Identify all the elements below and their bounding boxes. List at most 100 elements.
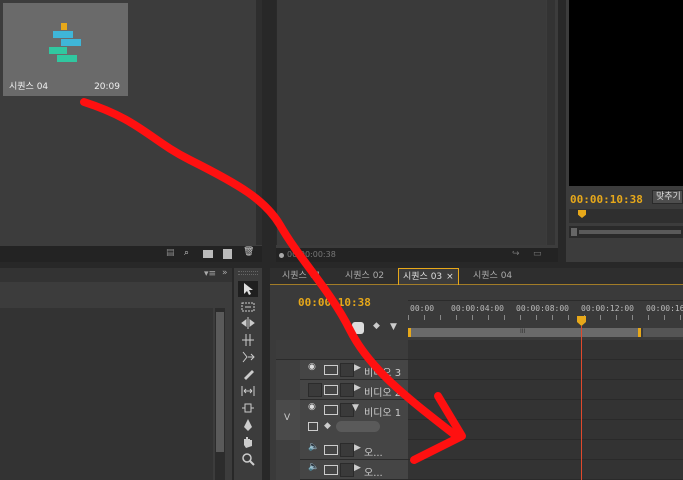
track-select-tool[interactable] xyxy=(238,299,258,315)
clip-duration: 20:09 xyxy=(94,82,120,92)
ruler-label: 00:00:08:00 xyxy=(516,304,569,313)
zoom-bar-track[interactable] xyxy=(579,230,681,234)
effects-scroll-thumb[interactable] xyxy=(216,312,224,452)
program-zoom-bar[interactable] xyxy=(569,226,683,238)
rolling-edit-icon xyxy=(242,334,254,346)
program-timebar[interactable] xyxy=(569,209,683,223)
tab-sequence-02[interactable]: 시퀀스 02 xyxy=(341,268,388,284)
timeline-top-border xyxy=(270,284,683,285)
speaker-icon[interactable]: 🔈 xyxy=(308,463,320,475)
track-video-3[interactable]: ◉ ▶ 비디오 3 xyxy=(300,360,408,380)
ripple-edit-tool[interactable] xyxy=(238,315,258,331)
new-item-icon[interactable] xyxy=(223,249,232,259)
keyframe-display-icon[interactable] xyxy=(308,422,318,431)
razor-tool[interactable] xyxy=(238,366,258,382)
clip-thumbnail[interactable]: 시퀀스 04 20:09 xyxy=(3,3,128,96)
lock-toggle[interactable] xyxy=(340,363,354,377)
track-audio-2[interactable]: 🔈 ▶ 오... xyxy=(300,460,408,480)
lock-toggle[interactable] xyxy=(340,443,354,457)
sequence-icon xyxy=(49,23,81,62)
work-area-start-handle[interactable] xyxy=(408,328,411,337)
source-monitor: 00:00:00:38 ↪ ▭ xyxy=(276,0,558,262)
tab-label: 시퀀스 02 xyxy=(345,271,385,281)
fit-label: 맞추기 xyxy=(656,192,681,202)
selection-tool[interactable] xyxy=(238,281,258,297)
ruler-ticks xyxy=(408,315,683,320)
collapse-arrow-icon[interactable]: ▼ xyxy=(352,404,364,416)
target-label: V xyxy=(284,413,291,423)
timeline-timecode[interactable]: 00:00:10:38 xyxy=(298,296,371,309)
track-video-2[interactable]: ▶ 비디오 2 xyxy=(300,380,408,400)
rate-stretch-tool[interactable] xyxy=(238,349,258,365)
settings-icon[interactable]: ▭ xyxy=(533,250,542,259)
razor-icon xyxy=(244,370,254,380)
track-video-1[interactable]: ◉ ▼ 비디오 1 ◆ xyxy=(300,400,408,441)
source-viewer xyxy=(276,0,546,245)
program-playhead-icon[interactable] xyxy=(578,210,586,218)
ruler-label: 00:00:16: xyxy=(646,304,683,313)
track-audio-1[interactable]: 🔈 ▶ 오... xyxy=(300,440,408,460)
eye-icon[interactable]: ◉ xyxy=(308,363,320,375)
marker-icon[interactable]: ▼ xyxy=(390,323,397,332)
track-target-v[interactable]: V xyxy=(276,400,300,440)
trash-icon[interactable]: 🗑 xyxy=(243,248,254,257)
work-area-end-handle[interactable] xyxy=(638,328,641,337)
slide-tool[interactable] xyxy=(238,400,258,416)
track-name: 오... xyxy=(364,448,383,459)
playhead-line xyxy=(581,326,582,480)
folder-icon[interactable] xyxy=(203,250,213,258)
tab-close-icon[interactable]: × xyxy=(446,272,454,282)
eye-icon[interactable]: ◉ xyxy=(308,403,320,415)
effects-scrollbar[interactable] xyxy=(215,308,225,480)
camera-icon[interactable] xyxy=(324,385,338,395)
source-timecode: 00:00:00:38 xyxy=(287,250,336,259)
ripple-edit-icon xyxy=(241,317,255,329)
pen-tool[interactable] xyxy=(238,417,258,433)
clip-name: 시퀀스 04 xyxy=(9,82,49,92)
search-icon[interactable]: ⌕ xyxy=(184,249,189,258)
speaker-icon[interactable]: 🔈 xyxy=(308,443,320,455)
expand-icon[interactable]: » xyxy=(222,269,228,278)
ruler-label: 00:00:12:00 xyxy=(581,304,634,313)
list-view-icon[interactable]: ▤ xyxy=(166,249,175,258)
lock-toggle[interactable] xyxy=(340,463,354,477)
work-area-bar[interactable]: III xyxy=(408,328,641,337)
tab-label: 시퀀스 01 xyxy=(282,271,322,281)
work-area-marker: III xyxy=(520,328,526,335)
eye-toggle[interactable] xyxy=(308,383,322,397)
panel-menu-icon[interactable]: ▾≡ xyxy=(204,270,216,279)
keyframe-nav-pill[interactable] xyxy=(336,421,380,432)
tab-sequence-01[interactable]: 시퀀스 01 xyxy=(278,268,325,284)
slip-icon xyxy=(241,386,255,396)
camera-icon[interactable] xyxy=(324,405,338,415)
camera-icon[interactable] xyxy=(324,365,338,375)
track-header-spacer xyxy=(276,340,408,360)
rolling-edit-tool[interactable] xyxy=(238,332,258,348)
effects-panel: ▾≡ » xyxy=(0,268,232,480)
pen-icon xyxy=(244,419,252,431)
source-scrollbar[interactable] xyxy=(547,0,555,245)
tools-grip xyxy=(238,271,258,275)
ruler-label: 00:00 xyxy=(410,304,435,313)
tab-sequence-03[interactable]: 시퀀스 03 × xyxy=(398,268,459,285)
zoom-bar-left-handle[interactable] xyxy=(571,228,577,236)
tab-sequence-04[interactable]: 시퀀스 04 xyxy=(469,268,516,284)
snap-icon[interactable] xyxy=(352,322,364,334)
marker-add-icon[interactable]: ◆ xyxy=(373,322,380,331)
fit-dropdown[interactable]: 맞추기 xyxy=(652,190,683,204)
hand-tool[interactable] xyxy=(238,434,258,450)
tab-label: 시퀀스 03 xyxy=(403,272,443,282)
audio-sync-icon[interactable] xyxy=(324,465,338,475)
track-select-icon xyxy=(241,302,255,312)
program-monitor: 00:00:10:38 맞추기 xyxy=(566,0,683,262)
audio-sync-icon[interactable] xyxy=(324,445,338,455)
slip-tool[interactable] xyxy=(238,383,258,399)
track-name: 비디오 2 xyxy=(364,388,402,399)
track-name: 비디오 3 xyxy=(364,368,402,379)
zoom-tool[interactable] xyxy=(238,451,258,467)
export-frame-icon[interactable]: ↪ xyxy=(512,250,520,259)
program-timecode[interactable]: 00:00:10:38 xyxy=(570,193,643,206)
project-scrollbar[interactable] xyxy=(256,0,262,245)
keyframe-icon[interactable]: ◆ xyxy=(324,422,331,431)
lock-toggle[interactable] xyxy=(340,383,354,397)
